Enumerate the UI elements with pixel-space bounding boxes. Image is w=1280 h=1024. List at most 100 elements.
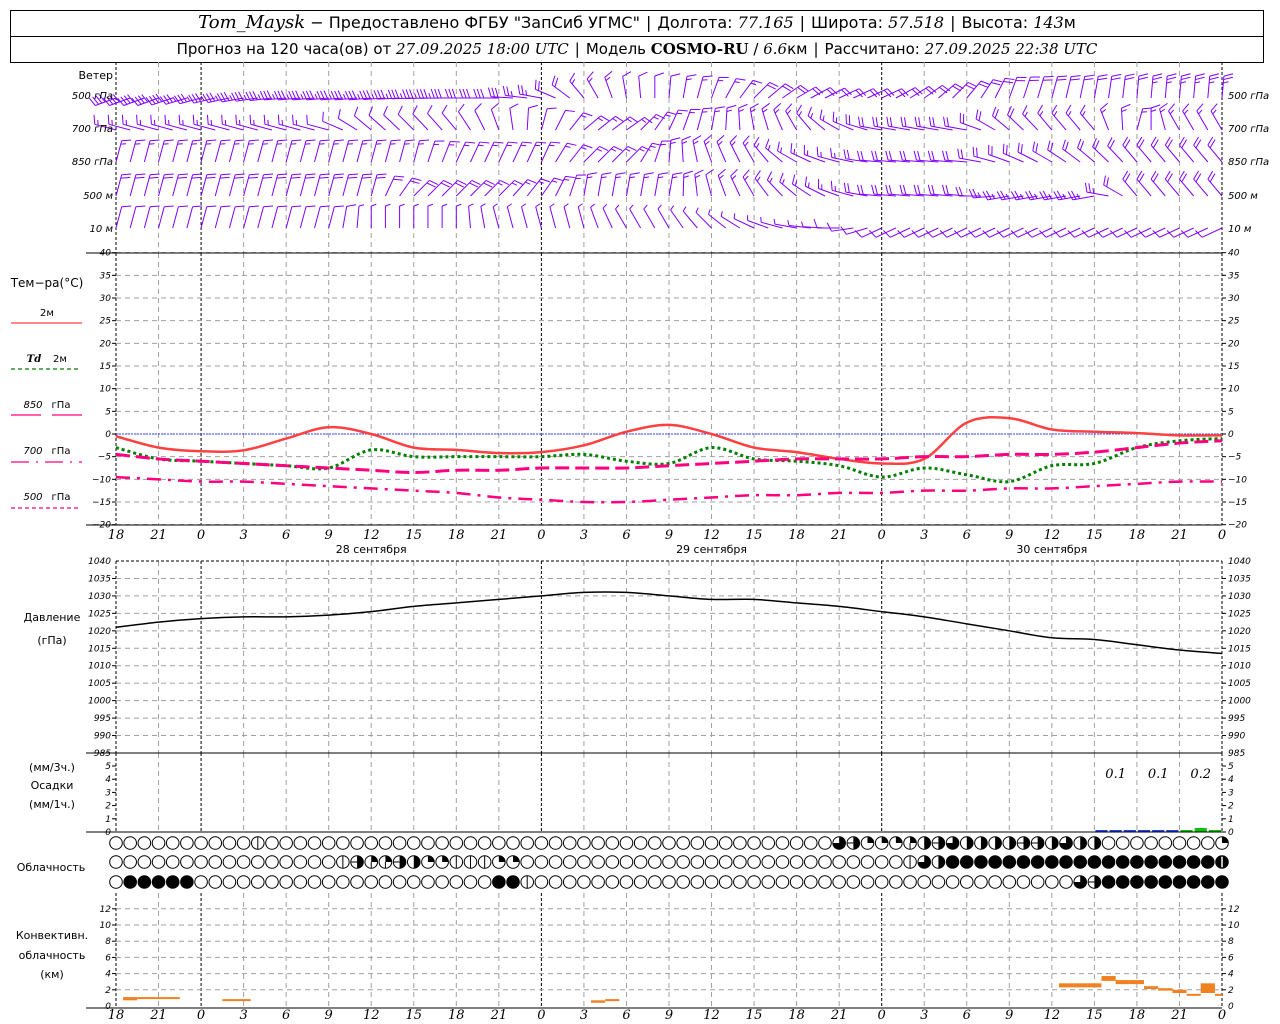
barb-full <box>248 176 258 179</box>
cloud-octa-0 <box>818 836 832 850</box>
wind-barb <box>742 135 755 163</box>
barb-full <box>927 184 932 195</box>
barb-full <box>517 84 521 95</box>
barb-full <box>729 135 738 143</box>
barb-staff <box>228 206 236 229</box>
octa-outline <box>378 875 393 889</box>
barb-half <box>653 116 659 120</box>
barb-full <box>565 109 575 113</box>
wind-barb <box>975 109 996 131</box>
barb-full <box>967 81 977 88</box>
barb-full <box>121 139 132 142</box>
barb-full <box>790 143 793 153</box>
octa-outline <box>747 875 761 889</box>
cloud-octa-7 <box>1215 855 1229 869</box>
wind-barb <box>1007 105 1024 131</box>
barb-full <box>480 88 485 99</box>
octa-fill <box>1023 836 1030 850</box>
octa-outline <box>137 836 152 850</box>
barb-full <box>508 141 518 144</box>
octa-outline <box>293 836 308 850</box>
cloud-octa-0 <box>548 855 563 869</box>
wind-barb <box>555 142 577 163</box>
barb-full <box>942 150 946 161</box>
wind-barb <box>1179 170 1195 197</box>
cloud-octa-8 <box>1101 875 1116 889</box>
barb-full <box>458 103 465 112</box>
barb-staff <box>172 206 179 229</box>
barb-half <box>719 174 724 180</box>
y-tick-label: 40 <box>100 249 112 259</box>
barb-full <box>840 226 847 235</box>
barb-full <box>527 179 537 184</box>
barb-full <box>359 90 364 100</box>
cloud-octa-0 <box>236 836 251 850</box>
barb-full <box>235 139 245 142</box>
wind-barb <box>1207 170 1223 197</box>
octa-outline <box>548 836 563 850</box>
barb-full <box>830 180 833 191</box>
barb-full <box>178 205 188 208</box>
barb-full <box>742 169 750 178</box>
wind-barb <box>1207 136 1223 163</box>
barb-full <box>1009 108 1015 118</box>
wind-barb <box>1122 136 1138 163</box>
wind-barb <box>285 173 302 197</box>
meteogram: 0.1 0.1 0.2 40 4035 3530 3025 2520 2015 1510 105 5… <box>10 62 1269 1023</box>
barb-half <box>794 180 798 186</box>
wind-barb <box>791 174 812 197</box>
barb-half <box>1209 81 1215 84</box>
wind-barb <box>551 75 571 99</box>
barb-half <box>755 143 760 149</box>
barb-full <box>220 173 231 176</box>
y-tick-label: 990 <box>94 732 111 742</box>
wind-barb <box>1081 227 1109 238</box>
barb-half <box>615 204 620 210</box>
octa-outline <box>818 855 832 869</box>
cloud-octa-0 <box>137 855 152 869</box>
barb-full <box>871 150 875 161</box>
x-tick-label: 12 <box>1044 1008 1061 1023</box>
barb-full <box>493 141 504 144</box>
wind-barb <box>214 173 231 197</box>
y-tick-label-right: 985 <box>1228 749 1245 759</box>
barb-half <box>629 204 634 210</box>
barb-half <box>596 148 602 152</box>
barb-full <box>346 204 357 207</box>
barb-half <box>497 182 503 186</box>
y-tick-label: 1035 <box>88 574 111 584</box>
barb-full <box>430 88 435 99</box>
y-tick-label-right: 2 <box>1228 986 1234 996</box>
y-tick-label-right: −5 <box>1228 453 1242 463</box>
x-tick-label: 18 <box>448 1008 465 1023</box>
x-tick-label: 9 <box>325 528 333 543</box>
barb-full <box>990 82 1001 86</box>
barb-full <box>394 175 405 178</box>
barb-staff <box>299 206 307 229</box>
barb-full <box>276 176 287 179</box>
cloud-octa-1 <box>336 855 350 869</box>
cloud-octa-0 <box>1144 836 1158 850</box>
barb-full <box>536 141 547 144</box>
y-tick-label: 1030 <box>88 592 111 602</box>
wind-barb <box>1180 227 1209 238</box>
barb-half <box>1166 81 1172 84</box>
convective-bar <box>1073 983 1088 988</box>
wind-barb <box>942 184 967 197</box>
barb-full <box>903 117 907 127</box>
octa-outline <box>704 836 719 850</box>
y-tick-label: 25 <box>100 317 112 327</box>
cloud-octa-0 <box>109 836 123 850</box>
barb-full <box>178 114 181 125</box>
barb-full <box>917 185 921 195</box>
wind-barb <box>1164 73 1177 99</box>
octa-outline <box>421 836 435 850</box>
wind-barb <box>611 116 639 131</box>
y-tick-label: 8 <box>105 937 111 947</box>
barb-full <box>819 109 823 120</box>
barb-half <box>597 117 603 122</box>
barb-full <box>703 107 713 110</box>
wind-barb <box>711 76 729 99</box>
wind-barb <box>738 103 748 131</box>
barb-half <box>1160 108 1166 113</box>
